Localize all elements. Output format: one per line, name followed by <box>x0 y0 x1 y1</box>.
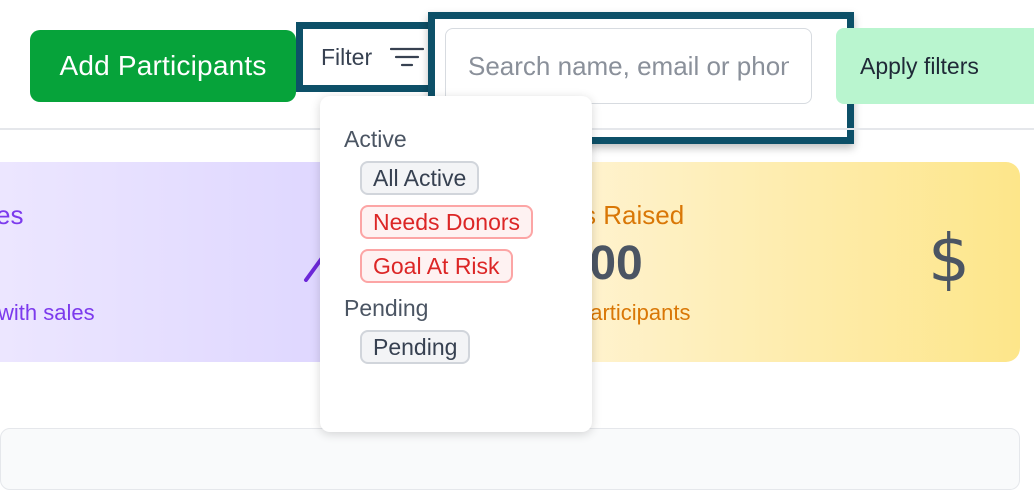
filter-option-all-active[interactable]: All Active <box>360 161 480 195</box>
filter-option-needs-donors[interactable]: Needs Donors <box>360 205 534 239</box>
filter-lines-icon <box>390 46 425 68</box>
filter-dropdown-menu: Active All Active Needs Donors Goal At R… <box>320 96 592 432</box>
add-participants-button[interactable]: Add Participants <box>30 30 296 102</box>
raised-card-subtitle: participants <box>578 300 691 325</box>
raised-stat-card: ss Raised .00 participants $ <box>520 162 1020 362</box>
sales-card-subtitle: with sales <box>0 300 95 325</box>
filter-label: Filter <box>321 43 373 70</box>
filter-option-goal-at-risk[interactable]: Goal At Risk <box>360 249 513 283</box>
filter-section-pending-label: Pending <box>344 295 429 321</box>
filter-section-active-label: Active <box>344 126 407 152</box>
participants-panel <box>0 428 1020 490</box>
sales-stat-card: es with sales <box>0 162 370 362</box>
filter-option-pending[interactable]: Pending <box>360 330 471 364</box>
apply-filters-button[interactable]: Apply filters <box>836 28 1034 104</box>
sales-card-title: es <box>0 200 24 230</box>
dollar-icon: $ <box>928 220 970 297</box>
filter-button[interactable]: Filter <box>296 22 444 92</box>
search-input[interactable] <box>445 28 812 104</box>
